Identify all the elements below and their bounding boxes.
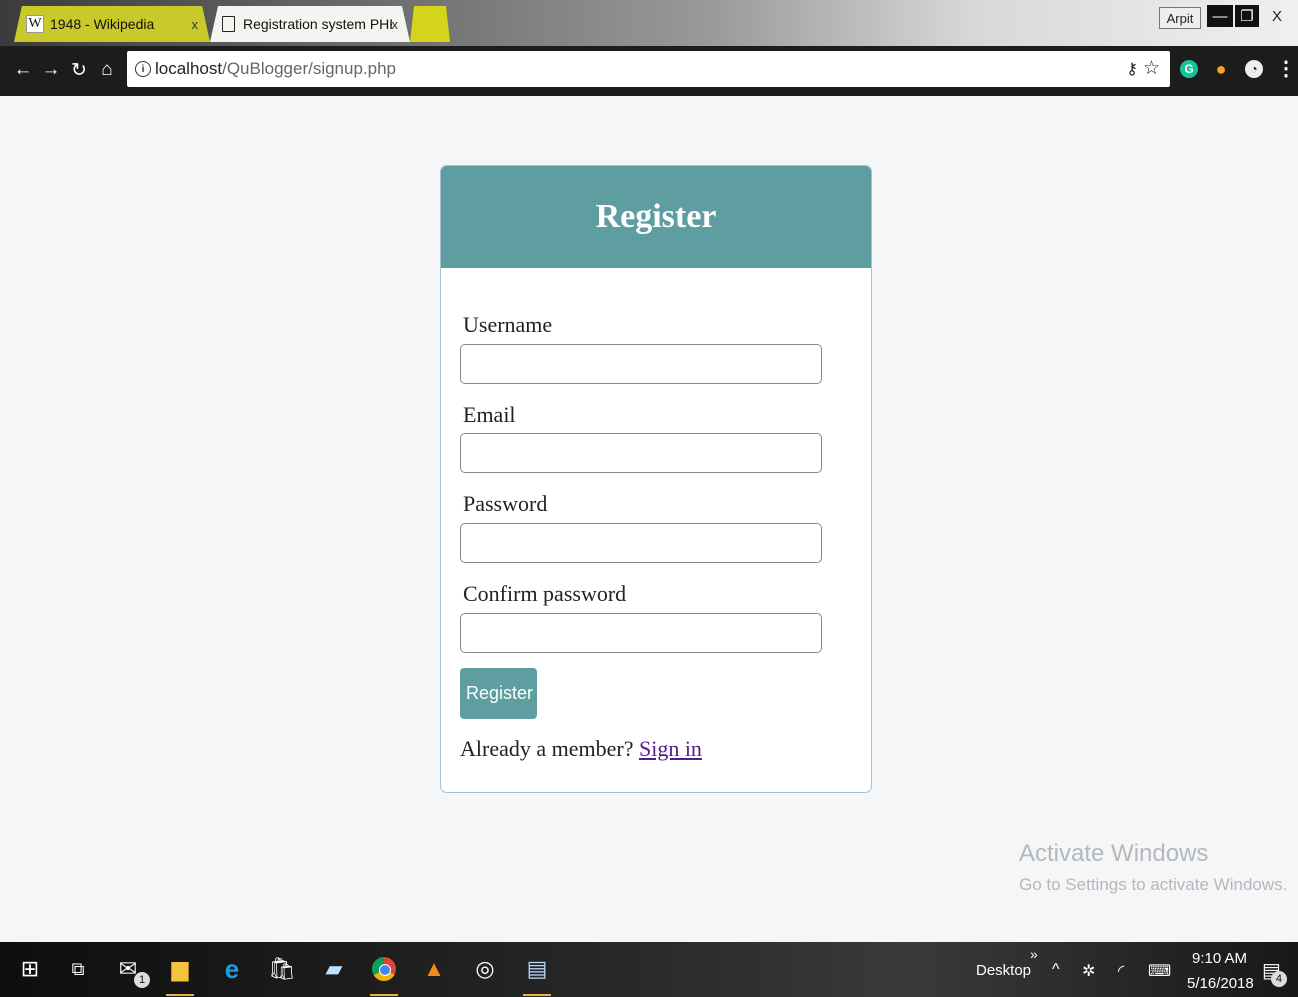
password-label: Password (463, 491, 548, 516)
profile-button[interactable]: Arpit (1159, 7, 1201, 29)
toolbar-chevron-icon[interactable]: » (1030, 946, 1038, 962)
url-text[interactable]: localhost/QuBlogger/signup.php (155, 59, 396, 79)
star-icon[interactable]: ☆ (1143, 57, 1160, 80)
close-window-icon[interactable]: X (1264, 5, 1290, 27)
speedometer-icon[interactable]: ◔ (1245, 60, 1263, 78)
desktop-toolbar-label[interactable]: Desktop (976, 962, 1031, 979)
register-card: Register Username Email Password Confirm… (440, 165, 872, 793)
info-icon[interactable]: i (135, 61, 151, 77)
email-input[interactable] (460, 433, 822, 473)
vlc-icon[interactable]: ▲ (416, 950, 452, 988)
file-explorer-icon[interactable]: ▆ (162, 950, 198, 996)
clock-time[interactable]: 9:10 AM (1192, 950, 1247, 967)
lightbulb-icon[interactable]: ● (1212, 59, 1230, 79)
new-tab-button[interactable] (410, 6, 450, 42)
signin-link[interactable]: Sign in (639, 736, 702, 761)
tab-strip: W 1948 - Wikipedia x Registration system… (0, 0, 1298, 46)
running-indicator (166, 994, 194, 996)
url-host: localhost (155, 59, 223, 78)
chrome-icon[interactable] (366, 950, 402, 996)
grammarly-icon[interactable]: G (1180, 60, 1198, 78)
chrome-logo (372, 957, 396, 981)
home-icon[interactable]: ⌂ (96, 58, 118, 82)
wifi-icon[interactable]: ◜ (1118, 961, 1124, 981)
reload-icon[interactable]: ↻ (68, 58, 90, 82)
address-bar[interactable]: i localhost/QuBlogger/signup.php ⚷ ☆ (127, 51, 1170, 87)
tab-wikipedia[interactable]: W 1948 - Wikipedia x (14, 6, 210, 42)
minimize-icon[interactable]: — (1207, 5, 1233, 27)
clock-date[interactable]: 5/16/2018 (1187, 975, 1254, 992)
close-tab-icon[interactable]: x (192, 17, 199, 32)
username-label: Username (463, 312, 553, 337)
wikipedia-icon: W (26, 15, 44, 33)
document-icon (222, 16, 235, 32)
network-icon[interactable]: ✲ (1082, 961, 1095, 981)
member-text: Already a member? (460, 736, 639, 761)
word-icon[interactable]: ▤ (519, 950, 555, 996)
publisher-icon[interactable]: ▰ (316, 950, 352, 988)
notification-badge: 4 (1270, 971, 1287, 987)
tab-registration[interactable]: Registration system PHP x (210, 6, 410, 42)
running-indicator (370, 994, 398, 996)
tab-title: Registration system PHP (243, 16, 392, 32)
edge-icon[interactable]: e (214, 950, 250, 988)
signin-prompt: Already a member? Sign in (460, 736, 702, 762)
groove-music-icon[interactable]: ◎ (467, 950, 503, 988)
confirm-password-label: Confirm password (463, 581, 627, 606)
show-hidden-icons-icon[interactable]: ^ (1052, 961, 1060, 979)
windows-start-icon[interactable]: ⊞ (12, 950, 48, 988)
task-view-icon[interactable]: ⧉ (60, 950, 96, 988)
notifications-icon[interactable]: ▤ 4 (1262, 958, 1287, 987)
mail-badge: 1 (134, 972, 150, 988)
card-header: Register (441, 166, 871, 268)
activation-watermark-subtitle: Go to Settings to activate Windows. (1019, 875, 1288, 894)
back-arrow-icon[interactable]: ← (12, 58, 34, 82)
confirm-password-input[interactable] (460, 613, 822, 653)
running-indicator (523, 994, 551, 996)
keyboard-icon[interactable]: ⌨ (1148, 961, 1171, 981)
register-button[interactable]: Register (460, 668, 537, 719)
activation-watermark-title: Activate Windows (1019, 840, 1209, 867)
tab-title: 1948 - Wikipedia (50, 16, 155, 32)
close-tab-icon[interactable]: x (392, 17, 399, 32)
username-input[interactable] (460, 344, 822, 384)
key-icon[interactable]: ⚷ (1126, 59, 1138, 79)
taskbar: ⊞ ⧉ ✉ 1 ▆ e 🛍 ▰ ▲ ◎ ▤ (0, 942, 1298, 997)
forward-arrow-icon[interactable]: → (40, 58, 62, 82)
menu-icon[interactable]: ⋮ (1276, 56, 1296, 81)
store-icon[interactable]: 🛍 (264, 950, 300, 988)
restore-icon[interactable]: ❐ (1235, 5, 1259, 27)
page-title: Register (595, 198, 717, 235)
mail-icon[interactable]: ✉ 1 (110, 950, 150, 988)
password-input[interactable] (460, 523, 822, 563)
url-path: /QuBlogger/signup.php (222, 59, 397, 78)
email-label: Email (463, 402, 516, 427)
